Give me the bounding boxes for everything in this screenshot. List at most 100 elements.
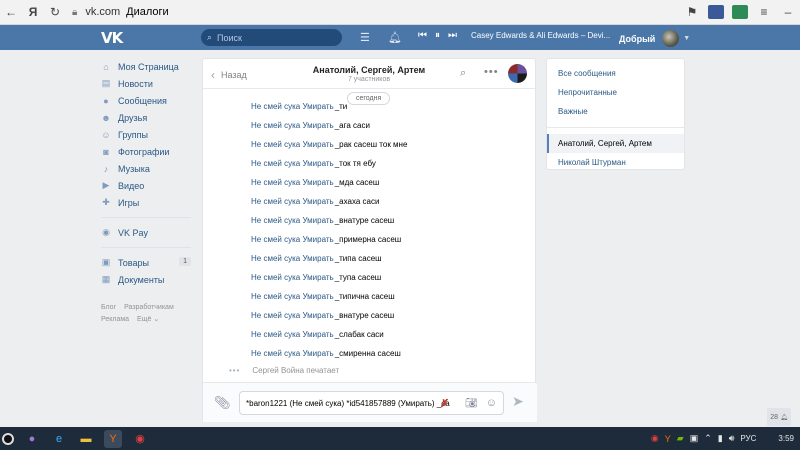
message-author-link[interactable]: Не смей сука Умирать [251, 140, 334, 149]
send-icon[interactable]: ➤ [512, 393, 524, 410]
message-row: Не смей сука Умирать _ага саси [251, 116, 531, 135]
extension-icon[interactable] [728, 0, 752, 25]
yandex-home-button[interactable]: Я [22, 0, 44, 25]
chevron-down-icon: ▼ [683, 35, 691, 42]
record-icon[interactable]: ◉ [131, 430, 149, 448]
menu-icon[interactable]: ≡ [752, 0, 776, 25]
paperclip-icon[interactable]: 📎︎ [214, 395, 231, 411]
nvidia-icon[interactable]: ▰ [677, 433, 684, 444]
notification-counter[interactable]: 28 🔔︎ [767, 408, 791, 426]
message-author-link[interactable]: Не смей сука Умирать [251, 292, 334, 301]
message-list: Не смей сука Умирать _ти Не смей сука Уми… [251, 97, 531, 363]
messages-icon: ● [103, 95, 109, 106]
footer-link-developers[interactable]: Разработчикам [124, 304, 174, 311]
search-icon: ⌕ [207, 32, 213, 42]
sidebar-item-label: Документы [118, 274, 165, 285]
footer-link-more[interactable]: Ещё ⌄ [137, 316, 159, 323]
sidebar-item[interactable]: ▤ Новости [101, 75, 196, 92]
start-button[interactable] [2, 432, 14, 445]
smile-icon[interactable]: ☺ [486, 397, 497, 409]
clock[interactable]: 3:59 [778, 434, 794, 443]
sidebar-item[interactable]: ⌂ Моя Страница [101, 58, 196, 75]
folder-item[interactable]: Непрочитанные [547, 83, 684, 102]
queue-icon[interactable]: ☰ [360, 31, 370, 44]
message-author-link[interactable]: Не смей сука Умирать [251, 216, 334, 225]
footer-link-blog[interactable]: Блог [101, 304, 116, 311]
now-playing[interactable]: Casey Edwards & Ali Edwards – Devi... [471, 31, 610, 40]
record-icon[interactable]: ◉ [651, 433, 659, 444]
message-author-link[interactable]: Не смей сука Умирать [251, 273, 334, 282]
camera-icon[interactable]: 📷︎ [465, 398, 478, 409]
address-bar[interactable]: 🔒︎ vk.com Диалоги [72, 0, 169, 25]
folder-item[interactable]: Все сообщения [547, 64, 684, 83]
message-author-link[interactable]: Не смей сука Умирать [251, 330, 334, 339]
sidebar-item-vkpay[interactable]: ◉ VK Pay [101, 224, 196, 241]
sidebar-item[interactable]: ♪ Музыка [101, 160, 196, 177]
count-badge: 1 [179, 257, 191, 266]
sidebar-item[interactable]: ☺ Группы [101, 126, 196, 143]
dialog-item[interactable]: Николай Штурман [547, 153, 684, 172]
message-row: Не смей сука Умирать _ахаха саси [251, 192, 531, 211]
pause-icon[interactable]: ⏸ [435, 30, 440, 41]
message-row: Не смей сука Умирать _слабак саси [251, 325, 531, 344]
message-author-link[interactable]: Не смей сука Умирать [251, 349, 334, 358]
app-tray-icon[interactable]: ▣ [690, 433, 699, 444]
sidebar-item[interactable]: ▣ Товары 1 [101, 254, 196, 271]
message-author-link[interactable]: Не смей сука Умирать [251, 121, 334, 130]
message-author-link[interactable]: Не смей сука Умирать [251, 178, 334, 187]
chat-header: ‹ Назад Анатолий, Сергей, Артем 7 участн… [203, 59, 535, 89]
notification-count: 28 [770, 413, 779, 421]
sidebar-item[interactable]: ● Сообщения [101, 92, 196, 109]
refresh-icon[interactable]: ↻ [44, 0, 66, 25]
message-input[interactable]: *baron1221 (Не смей сука) *id541857889 (… [239, 391, 504, 415]
folder-item[interactable]: Важные [547, 102, 684, 121]
vk-logo[interactable]: VK [101, 29, 123, 47]
profile-menu[interactable]: Добрый ▼ [619, 30, 690, 47]
message-text: _ток тя ебу [334, 159, 376, 168]
sidebar-item-label: VK Pay [118, 227, 149, 238]
sidebar-item[interactable]: ☻ Друзья [101, 109, 196, 126]
extension-icon[interactable] [704, 0, 728, 25]
message-text: _ага саси [334, 121, 370, 130]
message-author-link[interactable]: Не смей сука Умирать [251, 254, 334, 263]
back-arrow-icon[interactable]: ← [0, 0, 22, 25]
dialog-item[interactable]: Анатолий, Сергей, Артем [547, 134, 684, 153]
yandex-browser-icon[interactable]: Y [104, 429, 122, 448]
footer-link-ads[interactable]: Реклама [101, 316, 129, 323]
date-separator: сегодня [347, 92, 391, 105]
folder-icon[interactable]: ▬ [77, 430, 95, 448]
message-text: _рак сасеш ток мне [334, 140, 408, 149]
message-author-link[interactable]: Не смей сука Умирать [251, 102, 334, 111]
chat-avatar[interactable] [508, 64, 527, 83]
bell-icon[interactable]: 🔔︎ [388, 31, 402, 44]
message-row: Не смей сука Умирать _ток тя ебу [251, 154, 531, 173]
sidebar-item[interactable]: ✚ Игры [101, 194, 196, 211]
prev-track-icon[interactable]: ⏮ [418, 30, 427, 41]
divider [101, 217, 191, 218]
message-author-link[interactable]: Не смей сука Умирать [251, 197, 334, 206]
next-track-icon[interactable]: ⏭ [448, 30, 457, 41]
more-icon[interactable]: ••• [484, 66, 499, 78]
sidebar-item[interactable]: ◙ Фотографии [101, 143, 196, 160]
search-input[interactable]: ⌕ Поиск [201, 29, 342, 46]
sidebar-item-label: Видео [118, 180, 145, 191]
message-author-link[interactable]: Не смей сука Умирать [251, 311, 334, 320]
minimize-icon[interactable]: – [776, 0, 800, 25]
bookmark-icon[interactable]: ⚑ [680, 0, 704, 25]
search-icon[interactable]: ⌕ [460, 67, 466, 80]
volume-icon[interactable]: 🔊︎ [729, 433, 735, 444]
yandex-icon[interactable]: Y [665, 434, 671, 444]
network-icon[interactable]: ▮ [718, 433, 723, 444]
taskbar: ● e ▬ Y ◉ ◉ Y ▰ ▣ ⌃ ▮ 🔊︎ РУС 3:59 [0, 427, 800, 450]
message-author-link[interactable]: Не смей сука Умирать [251, 235, 334, 244]
sidebar-item[interactable]: ▦ Документы [101, 271, 196, 288]
documents-icon: ▦ [101, 274, 111, 284]
language-indicator[interactable]: РУС [740, 434, 756, 443]
ie-icon[interactable]: e [50, 430, 68, 448]
cortana-icon[interactable]: ● [23, 430, 41, 448]
search-placeholder: Поиск [217, 32, 242, 43]
message-author-link[interactable]: Не смей сука Умирать [251, 159, 334, 168]
chevron-up-icon[interactable]: ⌃ [704, 433, 712, 444]
left-sidebar: ⌂ Моя Страница ▤ Новости ● Сообщения ☻ Друзья ☺ Г… [101, 58, 196, 326]
sidebar-item[interactable]: ▶ Видео [101, 177, 196, 194]
